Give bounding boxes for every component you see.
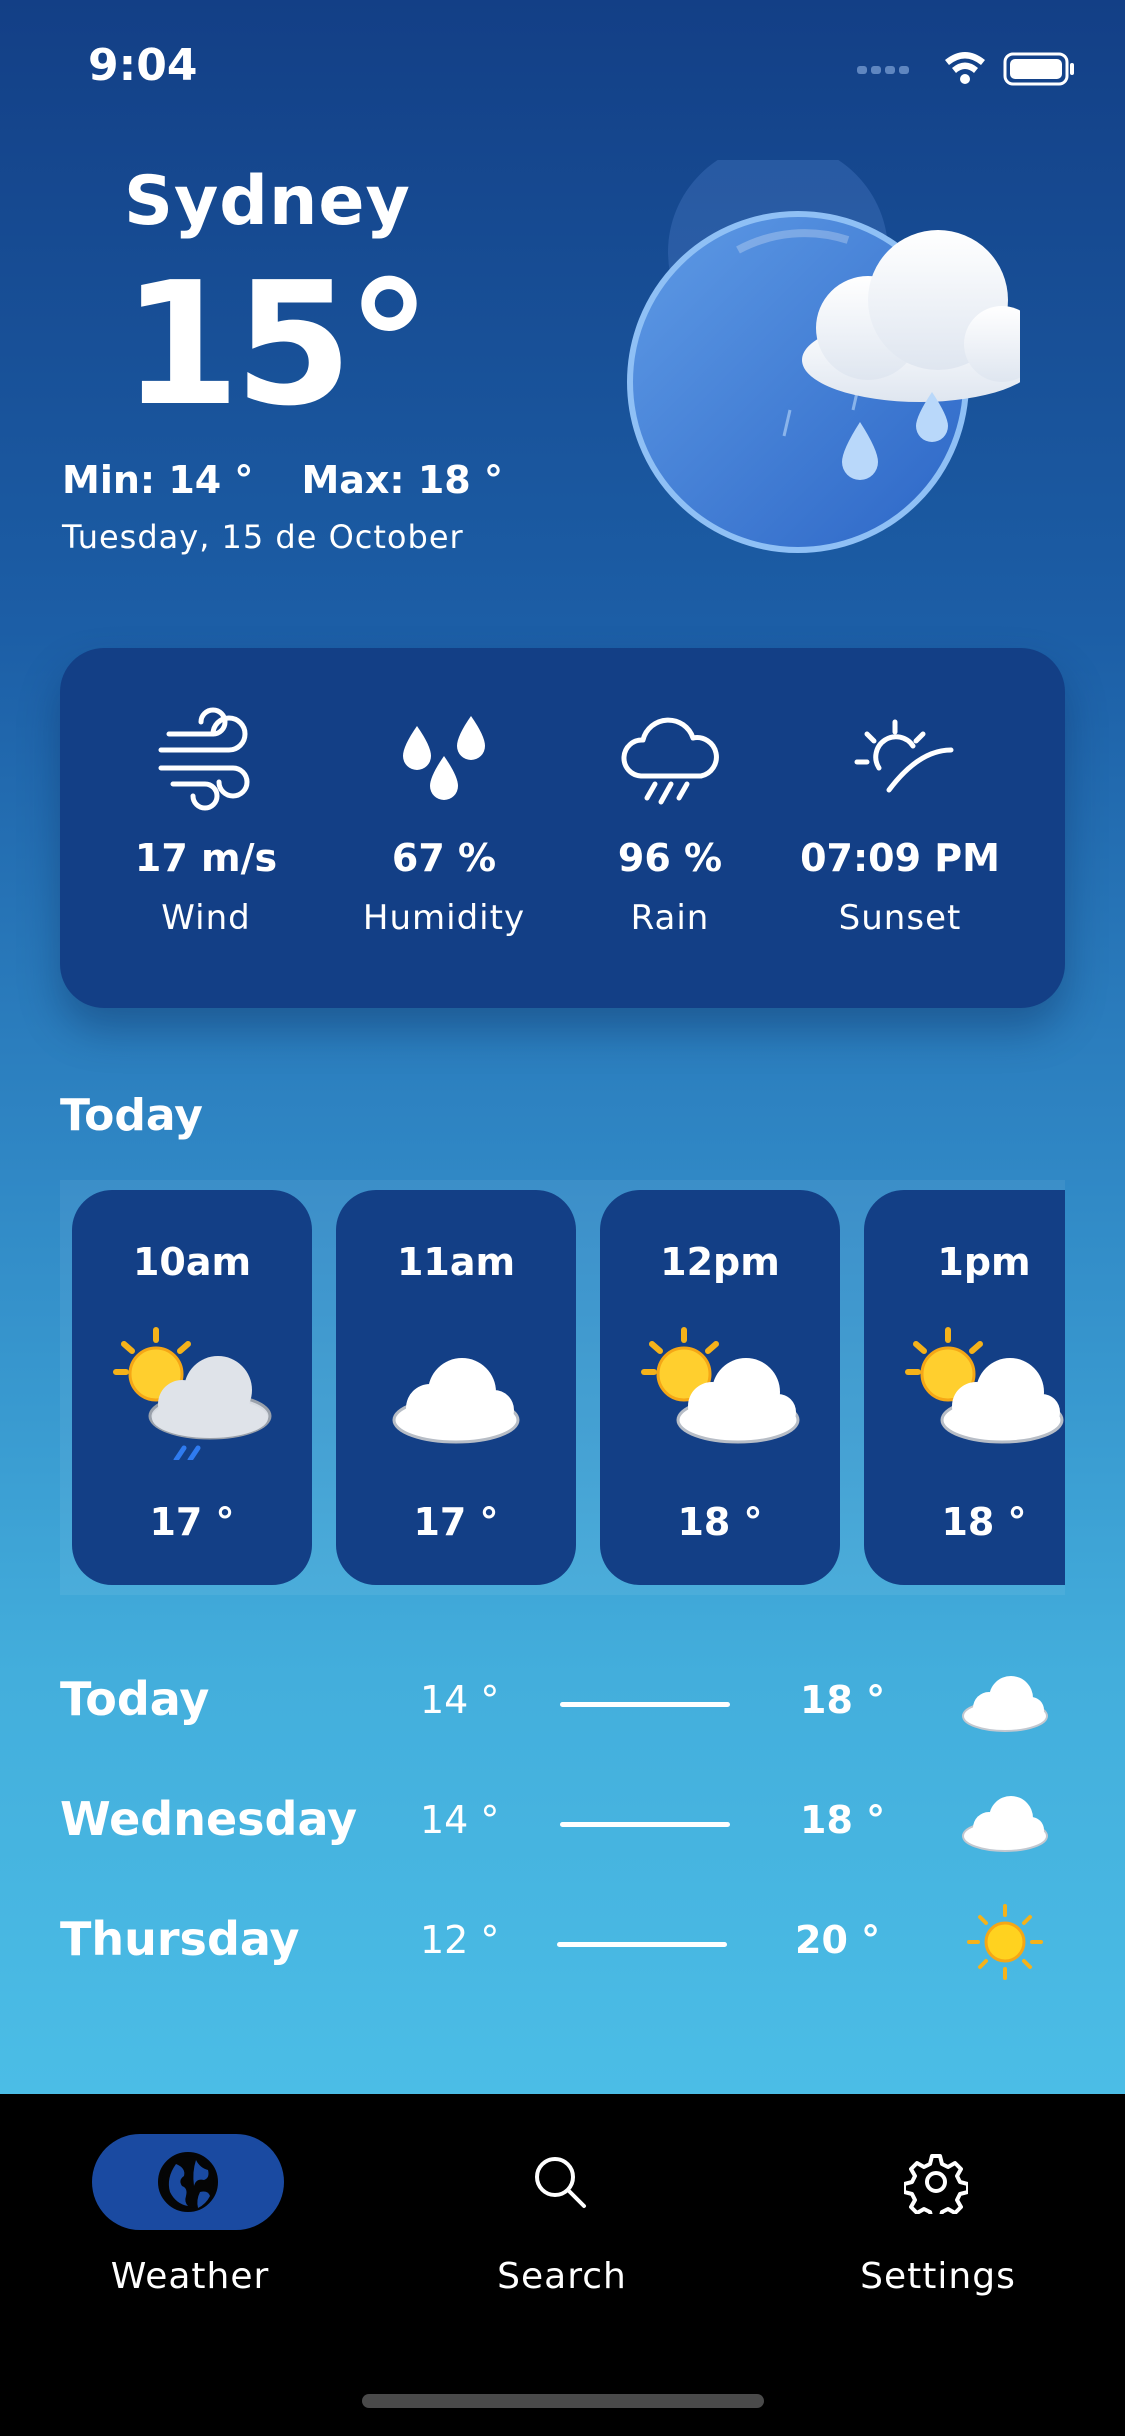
stat-value: 17 m/s [134,836,278,880]
humidity-icon [403,716,485,800]
home-indicator [362,2394,764,2408]
day-min-temperature: 12 ° [420,1918,500,1962]
status-icons [857,52,1074,86]
hour-time: 1pm [937,1240,1031,1284]
stat-wind: 17 m/s Wind [96,706,316,938]
stat-label: Rain [630,898,710,938]
day-name: Today [60,1672,210,1726]
weather-stats-card: 17 m/s Wind 67 % Humidity 96 % Rain 07:0… [60,648,1065,1008]
bottom-tab-bar: Weather Search Settings [0,2094,1125,2436]
tab-weather[interactable]: Weather [60,2134,320,2334]
cloud-icon [962,1676,1048,1732]
hour-temperature: 18 ° [677,1500,763,1544]
current-date: Tuesday, 15 de October [62,518,464,556]
day-min-temperature: 14 ° [420,1678,500,1722]
sun-cloud-icon [641,1327,800,1444]
daily-row[interactable]: Wednesday 14 ° 18 ° [60,1782,1065,1862]
day-max-temperature: 18 ° [800,1798,886,1842]
signal-icon [857,66,909,74]
stat-label: Humidity [362,898,526,938]
day-name: Thursday [60,1912,300,1966]
weather-screen: 9:04 Sydney 15° Min: 14 ° Max: 18 ° Tuesd… [0,0,1125,2094]
hour-time: 11am [396,1240,516,1284]
sun-icon [967,1904,1043,1980]
tab-label: Settings [860,2256,1016,2297]
hour-temperature: 18 ° [941,1500,1027,1544]
hour-time: 12pm [660,1240,780,1284]
day-max-temperature: 20 ° [795,1918,881,1962]
hourly-forecast-list[interactable]: 10am 17 ° 11am 17 ° 12pm 18 ° 1pm 18 ° [60,1180,1065,1595]
daily-row[interactable]: Thursday 12 ° 20 ° [60,1902,1065,1982]
stat-label: Wind [161,898,251,938]
max-temperature: Max: 18 ° [301,458,503,502]
globe-icon [158,2152,218,2212]
tab-label: Weather [110,2256,270,2297]
hour-temperature: 17 ° [149,1500,235,1544]
day-max-temperature: 18 ° [800,1678,886,1722]
wind-icon [158,707,250,811]
search-icon [535,2157,586,2208]
stat-rain: 96 % Rain [560,706,780,938]
wifi-icon [945,52,985,84]
hourly-card[interactable]: 11am 17 ° [336,1190,576,1585]
day-name: Wednesday [60,1792,358,1846]
temperature-range-bar [557,1942,727,1947]
hourly-card[interactable]: 1pm 18 ° [864,1190,1065,1585]
tab-settings[interactable]: Settings [808,2134,1068,2334]
hourly-section-title: Today [60,1090,203,1141]
hour-temperature: 17 ° [413,1500,499,1544]
stat-sunset: 07:09 PM Sunset [790,706,1010,938]
stat-value: 96 % [617,836,723,880]
min-max-temperature: Min: 14 ° Max: 18 ° [62,458,551,502]
stat-label: Sunset [838,898,962,938]
temperature-range-bar [560,1702,730,1707]
sun-cloud-icon [905,1327,1064,1444]
city-name: Sydney [124,162,411,241]
current-temperature: 15° [122,246,432,444]
stat-value: 07:09 PM [800,836,1000,880]
sun-cloud-rain-icon [113,1327,272,1460]
temperature-range-bar [560,1822,730,1827]
tab-label: Search [497,2256,627,2297]
gear-icon [904,2154,968,2214]
stat-value: 67 % [391,836,497,880]
sunset-icon [854,719,954,793]
min-temperature: Min: 14 ° [62,458,254,502]
status-time: 9:04 [88,40,198,91]
rain-icon [621,717,719,805]
hourly-card[interactable]: 10am 17 ° [72,1190,312,1585]
battery-icon [1003,52,1074,86]
hour-time: 10am [132,1240,252,1284]
rain-cloud-icon [627,160,1020,553]
stat-humidity: 67 % Humidity [334,706,554,938]
hourly-card[interactable]: 12pm 18 ° [600,1190,840,1585]
cloud-icon [962,1796,1048,1852]
day-min-temperature: 14 ° [420,1798,500,1842]
cloud-icon [392,1358,520,1444]
daily-row[interactable]: Today 14 ° 18 ° [60,1662,1065,1742]
tab-search[interactable]: Search [432,2134,692,2334]
